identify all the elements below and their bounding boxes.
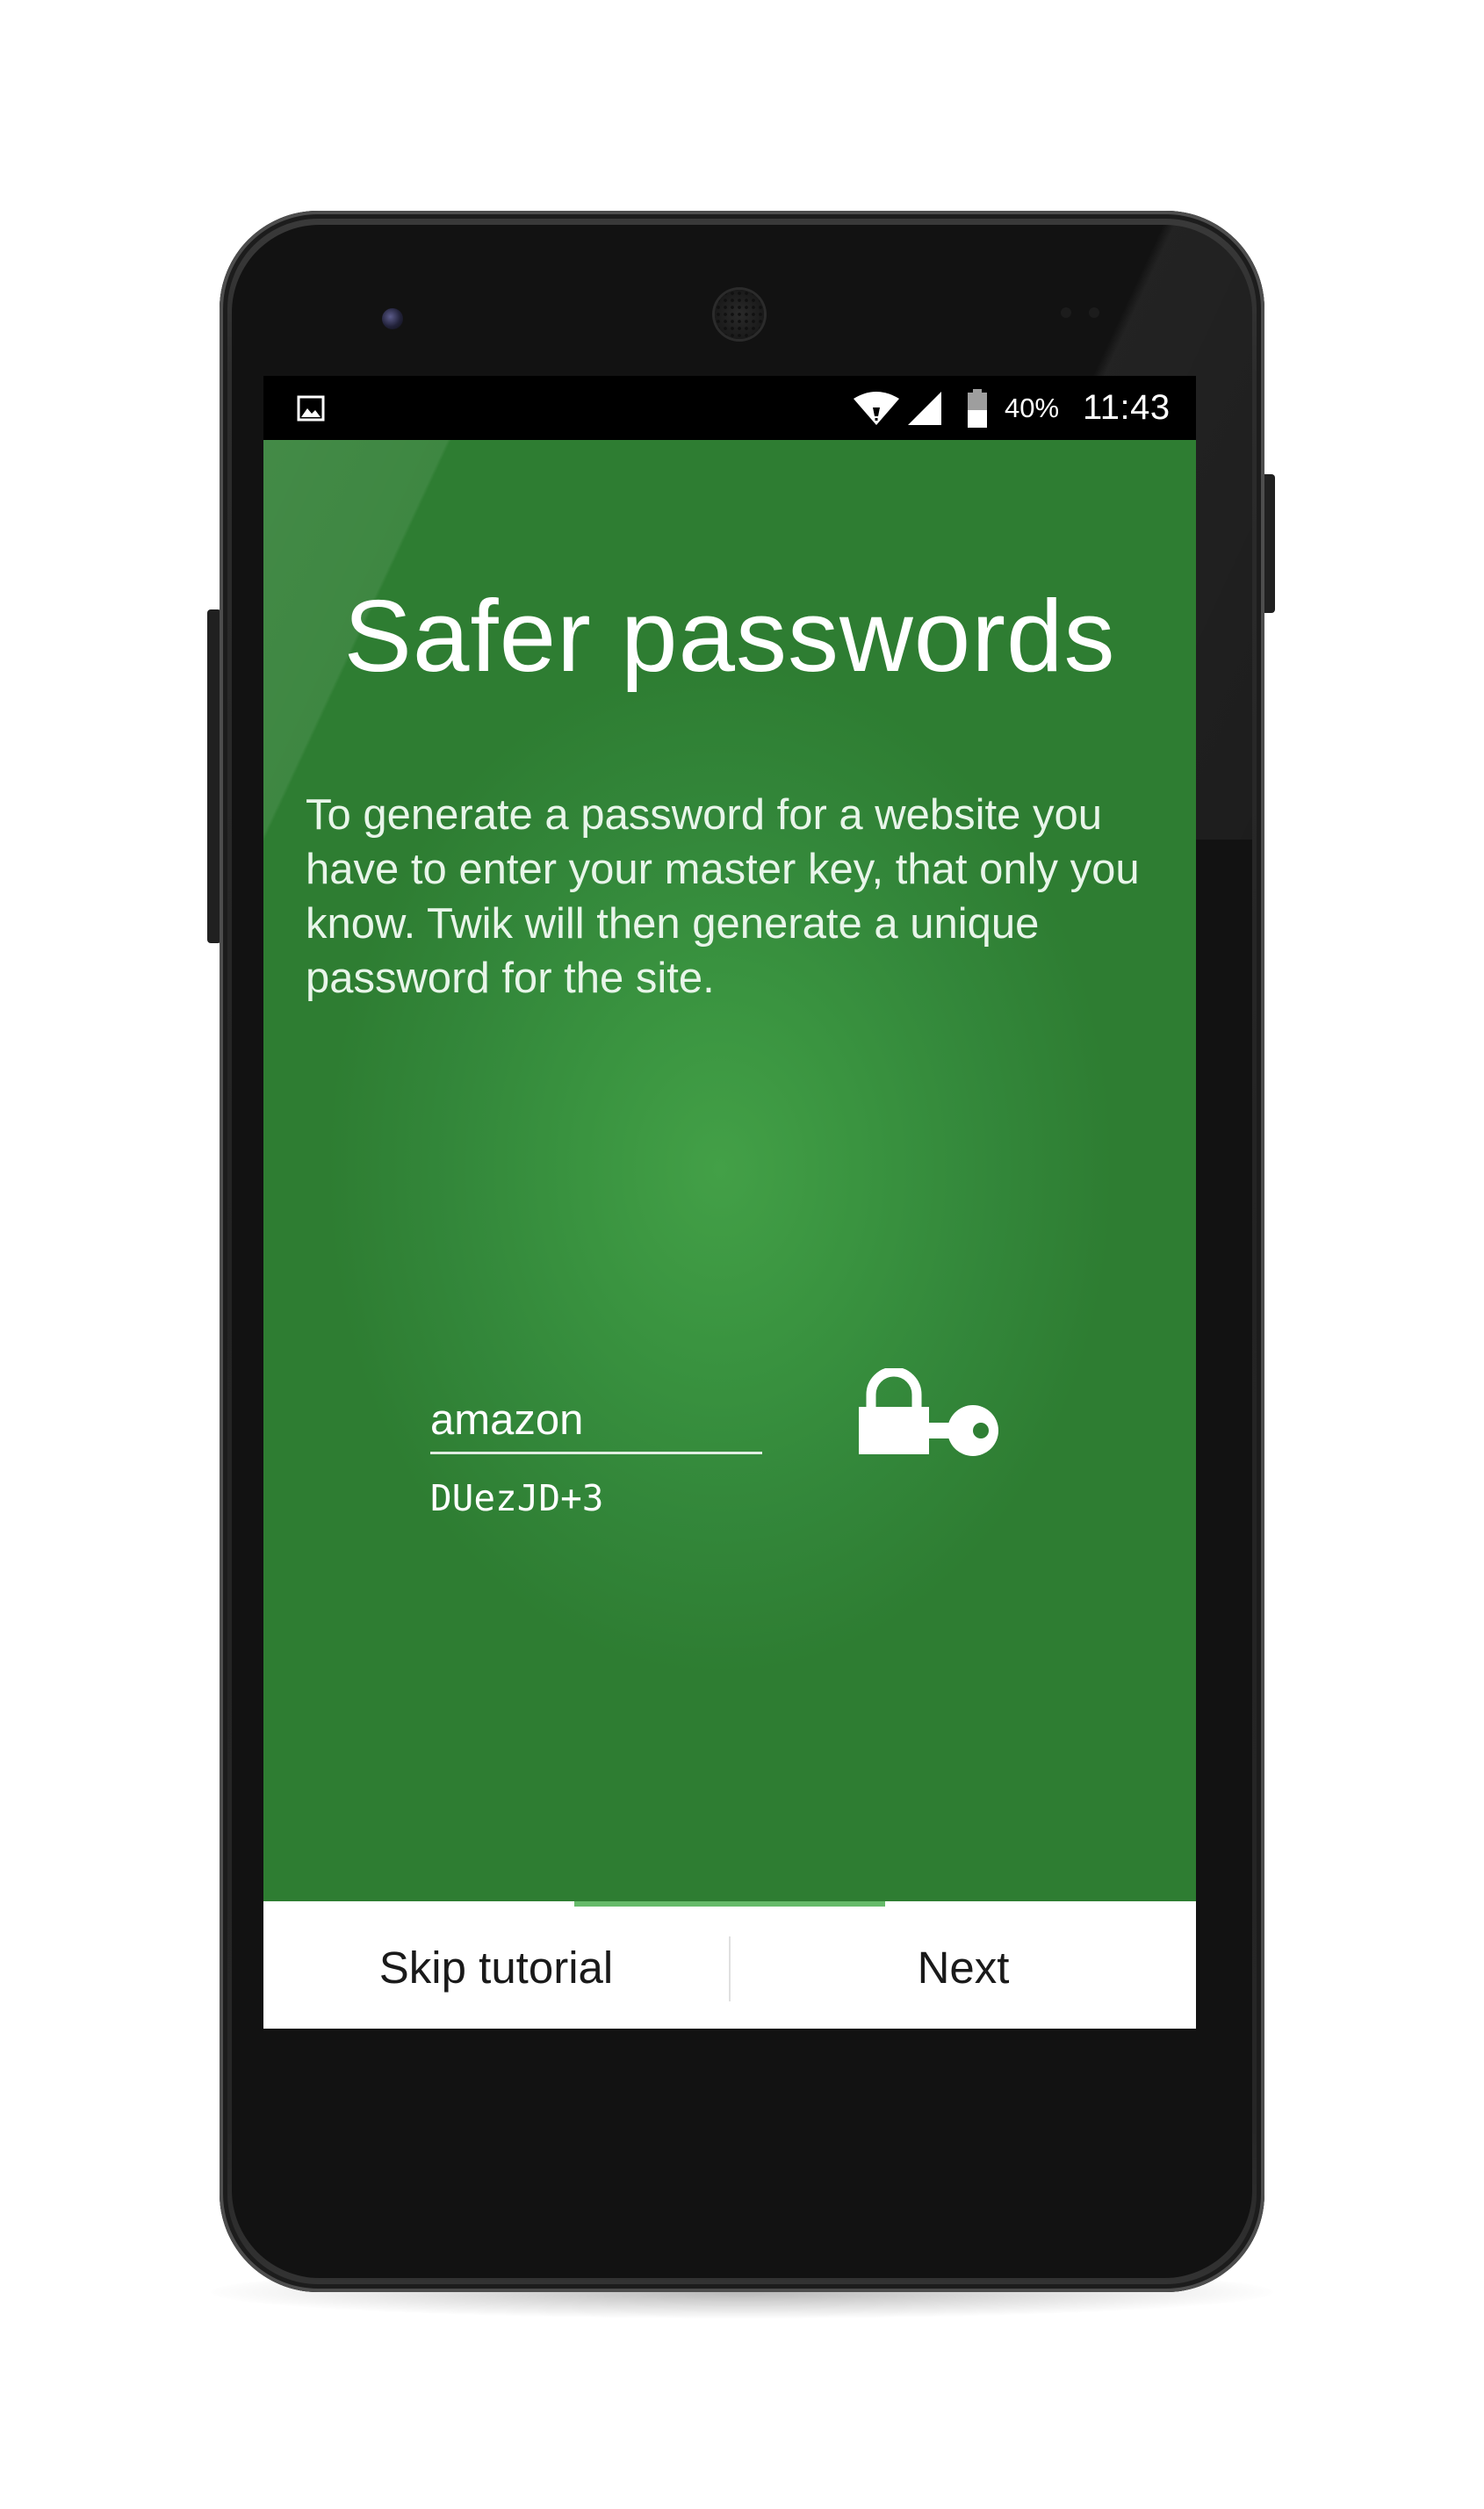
battery-icon: [968, 389, 987, 428]
light-sensor: [1089, 307, 1099, 318]
tutorial-footer: Skip tutorial Next: [263, 1901, 1196, 2029]
battery-percentage: 40%: [1005, 393, 1060, 423]
lock-key-icon: [859, 1368, 998, 1456]
tutorial-page[interactable]: Safer passwords To generate a password f…: [263, 440, 1196, 1901]
next-button[interactable]: Next: [731, 1907, 1196, 2029]
site-tag-input[interactable]: [430, 1388, 762, 1454]
device-screen: 40% 11:43 Safer passwords To generate a …: [263, 376, 1196, 2029]
proximity-sensor: [1061, 307, 1071, 318]
cell-signal-icon: [908, 392, 941, 425]
page-title: Safer passwords: [343, 579, 1116, 693]
generated-password: DUezJD+3: [430, 1477, 604, 1519]
earpiece-speaker: [715, 290, 764, 339]
skip-tutorial-button[interactable]: Skip tutorial: [263, 1907, 729, 2029]
status-bar: 40% 11:43: [263, 376, 1196, 440]
image-notification-icon: [297, 395, 325, 422]
front-camera: [382, 308, 403, 329]
wifi-icon: [854, 392, 899, 425]
tutorial-description: To generate a password for a website you…: [306, 791, 1140, 1002]
status-clock: 11:43: [1083, 388, 1171, 427]
